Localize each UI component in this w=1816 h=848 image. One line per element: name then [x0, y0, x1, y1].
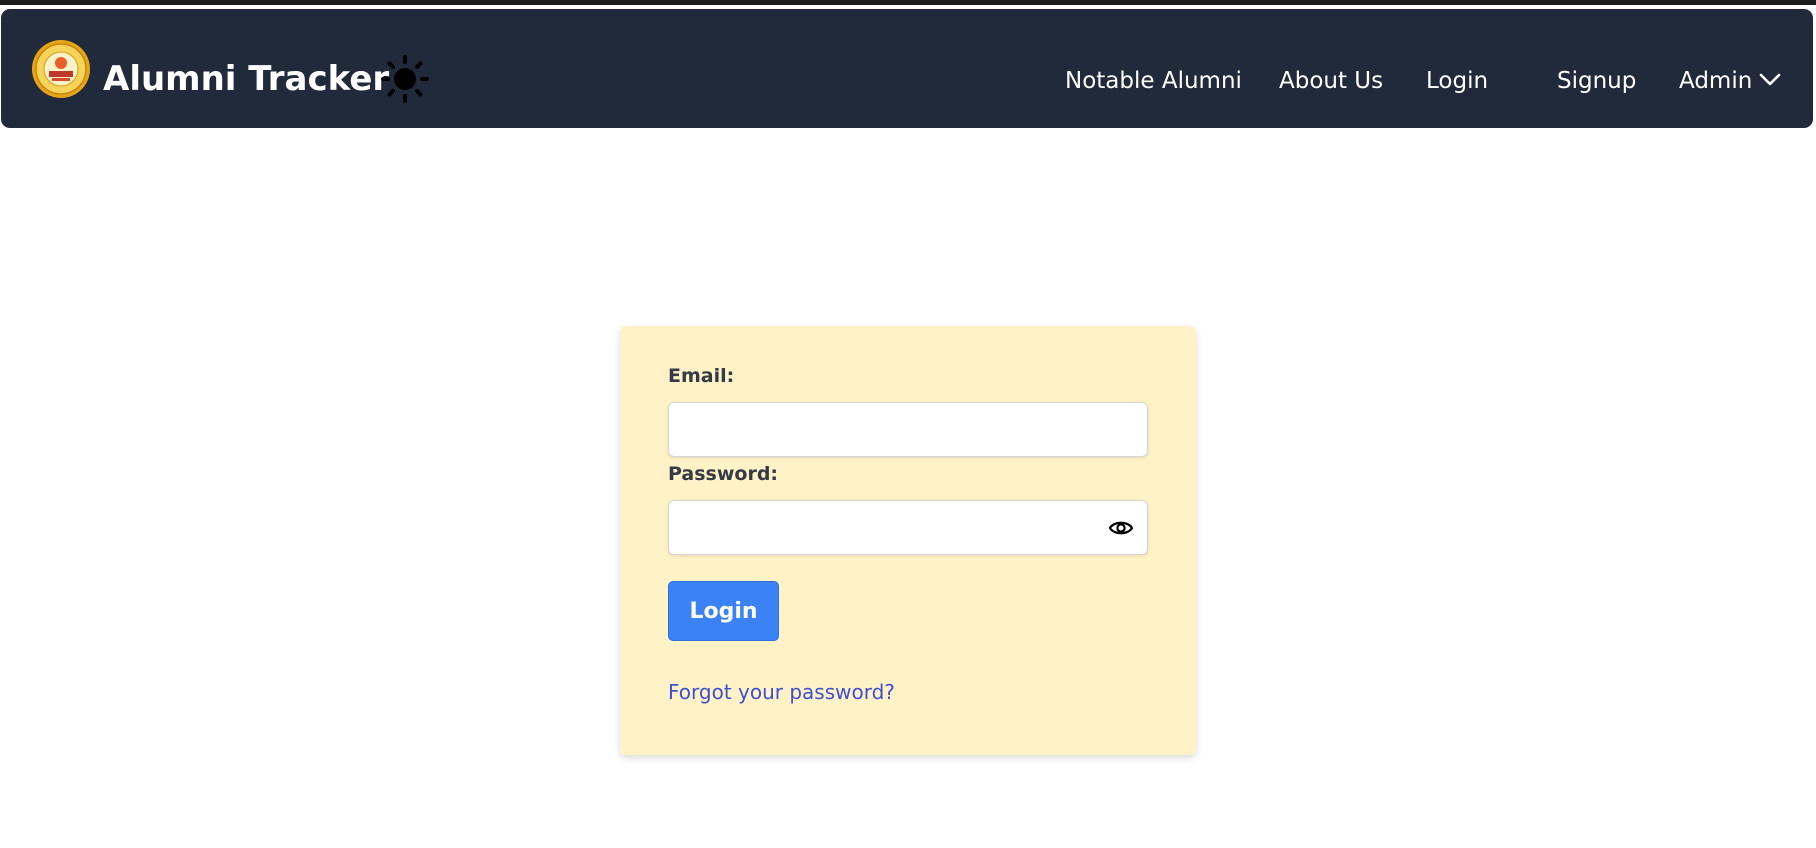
nav-about-us[interactable]: About Us [1279, 67, 1383, 95]
nav-notable-alumni[interactable]: Notable Alumni [1065, 67, 1242, 95]
login-button[interactable]: Login [668, 581, 779, 641]
logo-icon[interactable] [31, 39, 91, 99]
password-label: Password: [668, 463, 779, 485]
brand-title[interactable]: Alumni Tracker [103, 59, 389, 99]
nav-admin-dropdown[interactable]: Admin [1679, 67, 1752, 95]
eye-icon[interactable] [1108, 516, 1134, 540]
navbar: Alumni Tracker Notable Alumni About Us L… [1, 9, 1813, 128]
chevron-down-icon[interactable] [1759, 73, 1781, 87]
browser-top-strip [0, 0, 1816, 5]
email-input[interactable] [668, 402, 1148, 457]
sun-icon[interactable] [381, 55, 429, 103]
page: Alumni Tracker Notable Alumni About Us L… [0, 0, 1816, 848]
email-label: Email: [668, 365, 735, 387]
nav-login[interactable]: Login [1426, 67, 1488, 95]
login-card: Email: Password: Login Forgot your passw… [620, 326, 1196, 755]
forgot-password-link[interactable]: Forgot your password? [668, 680, 895, 704]
nav-signup[interactable]: Signup [1557, 67, 1636, 95]
password-input[interactable] [668, 500, 1148, 555]
